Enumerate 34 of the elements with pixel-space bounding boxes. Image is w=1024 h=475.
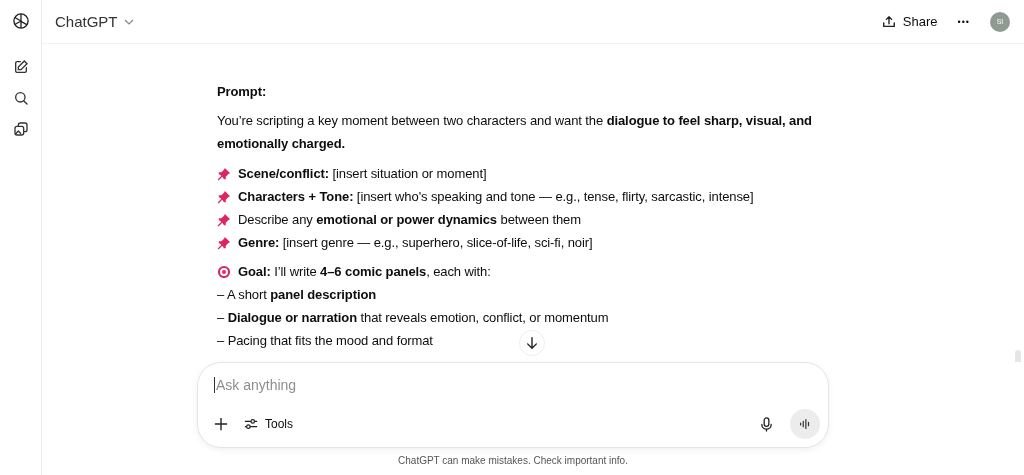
pushpin-icon [217,166,231,181]
bullet-text: Scene/conflict: [insert situation or moment] [238,165,487,183]
microphone-icon[interactable] [759,416,774,432]
pushpin-icon [217,235,231,250]
bullet-text: Describe any emotional or power dynamics between them [238,211,581,229]
voice-button[interactable] [790,409,820,439]
goal-text: Goal: I’ll write 4–6 comic panels, each with: [238,263,491,281]
chevron-icon [123,18,134,25]
tools-button[interactable]: Tools [244,417,293,431]
waveform-icon [798,417,812,431]
sliders-icon [244,417,258,431]
plus-icon[interactable] [214,417,228,431]
list-line: – Dialogue or narration that reveals emotion, conflict, or momentum [217,309,609,327]
search-icon[interactable] [12,90,29,106]
library-icon[interactable] [12,121,29,137]
scroll-down-button[interactable] [519,330,545,356]
prompt-heading: Prompt: [217,83,268,101]
logo-icon[interactable] [10,11,31,31]
list-line: – Pacing that fits the mood and format [217,332,433,350]
more-button[interactable]: ••• [957,16,970,27]
list-line: – A short panel description [217,286,377,304]
share-icon [881,14,896,29]
disclaimer-text: ChatGPT can make mistakes. Check important info. [398,455,628,466]
new-chat-icon[interactable] [12,59,29,75]
target-icon [217,264,231,279]
arrow-down-icon [525,336,539,350]
share-button[interactable]: Share [881,14,938,29]
intro-paragraph: You’re scripting a key moment between two characters and want the dialogue to feel sharp, visual, and emotionally charged. [217,112,813,153]
bullet-text: Characters + Tone: [insert who's speaking and tone — e.g., tense, flirty, sarcastic, intense] [238,188,754,206]
pushpin-icon [217,189,231,204]
bullet-text: Genre: [insert genre — e.g., superhero, slice-of-life, sci-fi, noir] [238,234,593,252]
message-composer[interactable]: Ask anything Tools [197,362,829,448]
pushpin-icon [217,212,231,227]
model-selector[interactable]: ChatGPT [55,13,134,30]
